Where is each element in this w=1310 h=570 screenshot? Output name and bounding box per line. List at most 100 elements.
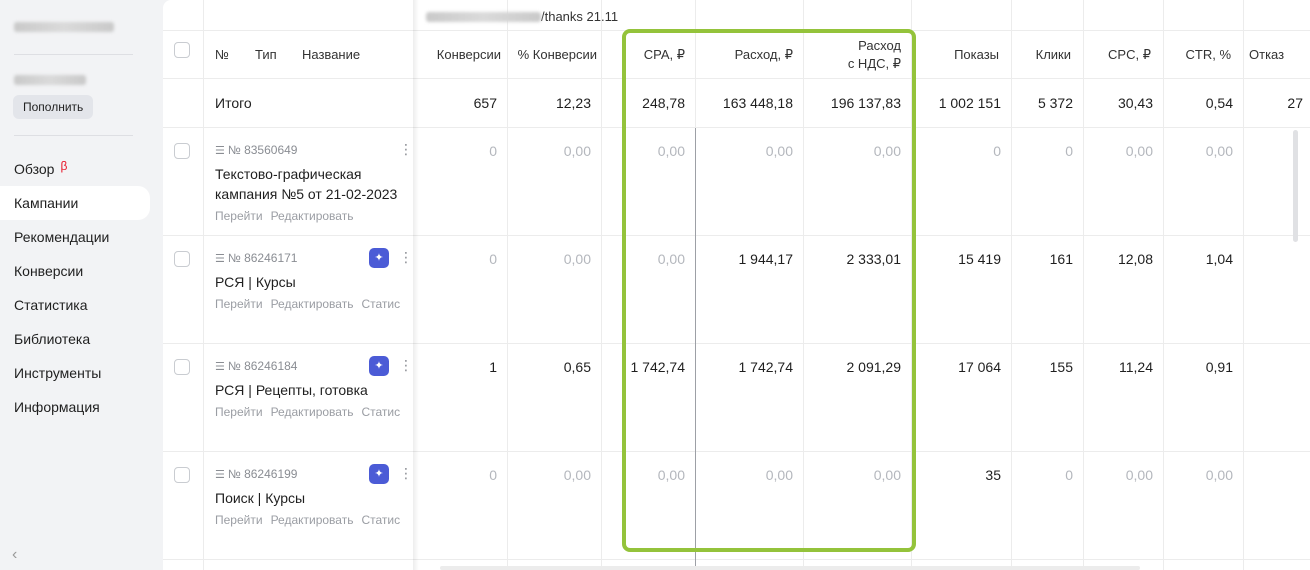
chevron-left-icon[interactable]: ‹ — [12, 546, 17, 564]
edit-link[interactable]: Редактировать — [271, 513, 354, 527]
header-spend-vat[interactable]: Расход с НДС, ₽ — [803, 37, 901, 73]
header-spend[interactable]: Расход, ₽ — [695, 47, 793, 63]
cell-clicks: 155 — [1049, 359, 1073, 375]
sidebar-item-tools[interactable]: Инструменты — [0, 356, 162, 390]
campaign-id[interactable]: № 83560649 — [228, 143, 298, 157]
table-row: ☰ № 86246199 ✦ ⋮ Поиск | Курсы Перейти Ре… — [163, 452, 1310, 560]
goal-label[interactable]: /thanks 21.11 — [426, 9, 618, 24]
balance-blurred — [14, 74, 86, 85]
total-spend: 163 448,18 — [722, 95, 793, 111]
campaign-id[interactable]: № 86246171 — [228, 251, 298, 265]
cell-ctr: 0,91 — [1205, 359, 1233, 375]
total-conversions: 657 — [473, 95, 497, 111]
cell-spend: 0,00 — [765, 467, 793, 483]
go-link[interactable]: Перейти — [215, 513, 263, 527]
sparkle-icon[interactable]: ✦ — [369, 248, 389, 268]
account-name[interactable] — [14, 18, 114, 33]
sparkle-icon[interactable]: ✦ — [369, 464, 389, 484]
campaign-name[interactable]: Текстово-графическая кампания №5 от 21-0… — [215, 164, 405, 204]
cell-conversion-rate: 0,65 — [563, 359, 591, 375]
vertical-scrollbar[interactable] — [1293, 130, 1298, 242]
total-ctr: 0,54 — [1205, 95, 1233, 111]
sidebar-item-campaigns[interactable]: Кампании — [0, 186, 150, 220]
campaign-links: Перейти Редактировать Статис — [215, 513, 405, 527]
cell-spend: 1 742,74 — [738, 359, 794, 375]
total-cpc: 30,43 — [1117, 95, 1153, 111]
header-number[interactable]: № — [215, 47, 229, 62]
topup-button[interactable]: Пополнить — [13, 95, 94, 119]
sidebar-nav: Обзор β Кампании Рекомендации Конверсии С… — [0, 152, 162, 424]
sidebar-item-conversions[interactable]: Конверсии — [0, 254, 162, 288]
campaign-name[interactable]: РСЯ | Рецепты, готовка — [215, 380, 405, 400]
cell-ctr: 1,04 — [1205, 251, 1233, 267]
go-link[interactable]: Перейти — [215, 405, 263, 419]
header-spend-vat-line1: Расход — [858, 38, 901, 53]
header-cpa[interactable]: CPA, ₽ — [603, 47, 685, 63]
campaign-id[interactable]: № 86246184 — [228, 359, 298, 373]
header-ctr[interactable]: CTR, % — [1163, 47, 1232, 62]
edit-link[interactable]: Редактировать — [271, 405, 354, 419]
sidebar-item-label: Статистика — [14, 297, 88, 313]
sidebar-item-label: Рекомендации — [14, 229, 110, 245]
stats-link[interactable]: Статис — [361, 297, 400, 311]
go-link[interactable]: Перейти — [215, 297, 263, 311]
header-impressions[interactable]: Показы — [911, 47, 999, 62]
campaigns-table: /thanks 21.11 № Тип Название Конверсии %… — [163, 0, 1310, 570]
stats-link[interactable]: Статис — [361, 513, 400, 527]
sidebar-item-recommendations[interactable]: Рекомендации — [0, 220, 162, 254]
campaign-id[interactable]: № 86246199 — [228, 467, 298, 481]
row-checkbox[interactable] — [174, 251, 190, 267]
row-checkbox[interactable] — [174, 467, 190, 483]
edit-link[interactable]: Редактировать — [271, 209, 354, 223]
table-header: № Тип Название Конверсии % Конверсии CPA… — [163, 31, 1310, 79]
cell-conversions: 1 — [489, 359, 497, 375]
sidebar-item-info[interactable]: Информация — [0, 390, 162, 424]
campaign-meta: ☰ № 86246184 — [215, 359, 297, 373]
cell-impressions: 35 — [985, 467, 1001, 483]
select-all-checkbox[interactable] — [174, 42, 190, 58]
total-bounce: 27 — [1287, 95, 1303, 111]
stats-link[interactable]: Статис — [361, 405, 400, 419]
header-bounce[interactable]: Отказ — [1249, 47, 1309, 62]
cell-cpa: 0,00 — [657, 467, 685, 483]
sidebar-item-label: Конверсии — [14, 263, 84, 279]
cell-cpa: 1 742,74 — [630, 359, 686, 375]
sidebar-item-statistics[interactable]: Статистика — [0, 288, 162, 322]
cell-spend-vat: 0,00 — [873, 143, 901, 159]
cell-spend: 1 944,17 — [738, 251, 794, 267]
cell-spend-vat: 0,00 — [873, 467, 901, 483]
header-name[interactable]: Название — [302, 47, 360, 62]
table-row: ☰ № 86246184 ✦ ⋮ РСЯ | Рецепты, готовка … — [163, 344, 1310, 452]
goal-bar: /thanks 21.11 — [163, 0, 1310, 31]
header-cpc[interactable]: CPC, ₽ — [1083, 47, 1151, 63]
cell-impressions: 17 064 — [958, 359, 1001, 375]
total-label: Итого — [215, 95, 252, 111]
goal-label-text: /thanks 21.11 — [541, 9, 619, 24]
row-checkbox[interactable] — [174, 143, 190, 159]
campaign-name[interactable]: РСЯ | Курсы — [215, 272, 405, 292]
header-conversions[interactable]: Конверсии — [421, 47, 501, 62]
sparkle-icon[interactable]: ✦ — [369, 356, 389, 376]
go-link[interactable]: Перейти — [215, 209, 263, 223]
column-divider-line — [695, 128, 696, 570]
table-row: ☰ № 83560649 ⋮ Текстово-графическая камп… — [163, 128, 1310, 236]
header-type[interactable]: Тип — [255, 47, 277, 62]
cell-conversion-rate: 0,00 — [563, 143, 591, 159]
edit-link[interactable]: Редактировать — [271, 297, 354, 311]
text-campaign-icon: ☰ — [215, 144, 225, 157]
sidebar-item-overview[interactable]: Обзор β — [0, 152, 162, 186]
horizontal-scrollbar[interactable] — [440, 566, 1140, 570]
cell-ctr: 0,00 — [1205, 143, 1233, 159]
campaign-name[interactable]: Поиск | Курсы — [215, 488, 405, 508]
campaign-meta: ☰ № 86246199 — [215, 467, 297, 481]
account-name-blurred — [14, 21, 114, 32]
campaign-links: Перейти Редактировать Статис — [215, 297, 405, 311]
sidebar-item-library[interactable]: Библиотека — [0, 322, 162, 356]
row-checkbox[interactable] — [174, 359, 190, 375]
header-clicks[interactable]: Клики — [1011, 47, 1071, 62]
total-clicks: 5 372 — [1037, 95, 1073, 111]
total-conversion-rate: 12,23 — [555, 95, 591, 111]
cell-impressions: 15 419 — [958, 251, 1001, 267]
sidebar: Пополнить Обзор β Кампании Рекомендации К… — [0, 0, 162, 570]
header-conversion-rate[interactable]: % Конверсии — [511, 47, 597, 62]
